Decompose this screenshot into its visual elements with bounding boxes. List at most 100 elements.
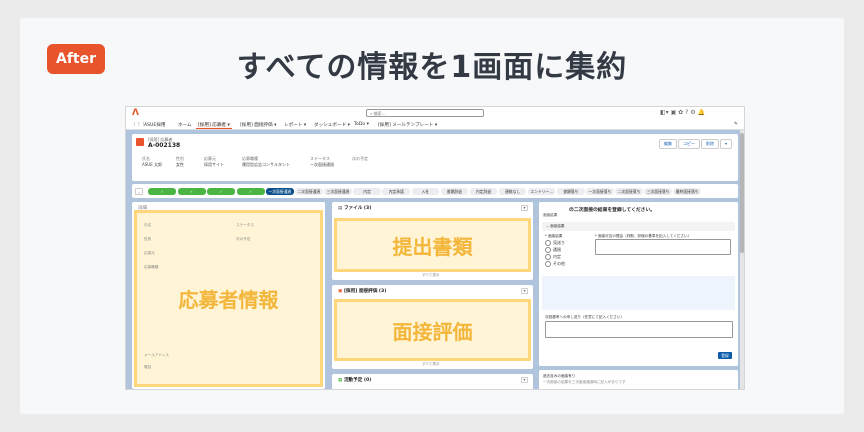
nav-item-evaluations[interactable]: [採用] 面接評価 ▾ xyxy=(240,122,276,128)
path-step[interactable]: 内定辞退 xyxy=(469,188,498,195)
next-notes-label: 次回選考への申し送り（任意にて記入ください） xyxy=(545,315,625,319)
path-step[interactable]: 最終面接落ち xyxy=(673,188,701,195)
record-header: [採用] 応募者 A-002138 編集 コピー 削除 ▾ 氏名 ASUE 太郎 … xyxy=(132,134,738,181)
search-placeholder: 検索... xyxy=(373,111,386,116)
path-step[interactable]: 一次面接落ち xyxy=(586,188,614,195)
more-actions-button[interactable]: ▾ xyxy=(719,139,732,149)
path-step[interactable]: ✓ xyxy=(148,188,176,195)
path-step[interactable]: 書類辞退 xyxy=(440,188,469,195)
flow-spacer xyxy=(542,276,735,310)
nav-item-todo[interactable]: ToDo ▾ xyxy=(354,122,369,127)
page-scrollbar-thumb[interactable] xyxy=(740,133,744,253)
section-title: ⌄ 面接結果 xyxy=(546,224,565,228)
applicant-info-label: 応募者情報 xyxy=(178,288,279,312)
reason-textarea[interactable] xyxy=(595,239,731,255)
app-name: ASUE採用 xyxy=(144,123,166,128)
path-step[interactable]: エントリー... xyxy=(527,188,556,195)
files-panel: ▤ ファイル (3) ▾ 提出書類 すべて表示 xyxy=(332,202,533,280)
nav-item-label: ToDo xyxy=(354,122,366,127)
documents-label: 提出書類 xyxy=(392,234,473,259)
field-position: 応募職種 運用型広告コンサルタント xyxy=(242,156,290,167)
path-step[interactable]: 一次面接通過 xyxy=(266,188,294,195)
detail-label-gender: 性別 xyxy=(144,237,152,241)
path-step[interactable]: 内定 xyxy=(353,188,381,195)
result-flow-panel: の二次面接の結果を登録してください。 面接結果 ⌄ 面接結果 * 面接結果 * … xyxy=(539,202,738,366)
path-step[interactable]: 連絡なし xyxy=(498,188,527,195)
path-step[interactable]: ✓ xyxy=(177,188,206,195)
detail-label-status: ステータス xyxy=(236,223,254,227)
app-logo-icon: Λ xyxy=(132,108,139,118)
radio-offer[interactable]: 内定 xyxy=(545,254,561,260)
path-step[interactable]: ✓ xyxy=(236,188,265,195)
after-badge: After xyxy=(47,44,105,74)
files-view-all-link[interactable]: すべて表示 xyxy=(422,272,440,278)
app-navbar: ⋮⋮⋮ ASUE採用 ホーム [採用] 応募者 ▾ [採用] 面接評価 ▾ レポ… xyxy=(126,119,744,130)
field-name: 氏名 ASUE 太郎 xyxy=(142,156,163,167)
app-screenshot: Λ ⌕ 検索... ◧▾ ▣ ✿ ? ⚙ 🔔 ⋮⋮⋮ ASUE採用 ホーム [採… xyxy=(125,106,745,390)
nav-item-label: [採用] メールテンプレート xyxy=(378,123,434,128)
path-step[interactable]: 書類落ち xyxy=(557,188,585,195)
nav-item-label: [採用] 応募者 xyxy=(198,123,227,128)
edit-button[interactable]: 編集 xyxy=(658,139,677,149)
nav-item-label: ダッシュボード xyxy=(314,123,347,128)
path-toggle-button[interactable]: › xyxy=(135,188,143,195)
history-panel: 過去含みの面接有り 一次面接の結果を三次面接通過時に記入がありです xyxy=(539,370,738,389)
evaluations-highlight: 面接評価 xyxy=(334,299,531,361)
save-button[interactable]: 登録 xyxy=(718,352,732,359)
path-step[interactable]: 二次面接落ち xyxy=(615,188,643,195)
field-next: 次の予定 xyxy=(352,156,368,161)
history-text: 一次面接の結果を三次面接通過時に記入がありです xyxy=(543,380,626,384)
documents-highlight: 提出書類 xyxy=(334,218,531,272)
highlights-panel: 氏名 ASUE 太郎 性別 女性 応募元 採用サイト 応募職種 運用型広告コンサルタント… xyxy=(138,156,638,176)
files-title: ▤ ファイル (3) xyxy=(338,206,372,211)
headline: すべての情報を1画面に集約 xyxy=(236,50,628,85)
result-label: * 面接結果 xyxy=(545,234,563,238)
field-status: ステータス 一次面接通過 xyxy=(310,156,334,167)
flow-subtitle: 面接結果 xyxy=(543,213,558,217)
radio-pass[interactable]: 通過 xyxy=(545,247,561,253)
nav-item-applicants[interactable]: [採用] 応募者 ▾ xyxy=(196,122,232,129)
path-step[interactable]: 入社 xyxy=(411,188,440,195)
flow-notice: の二次面接の結果を登録してください。 xyxy=(569,208,656,213)
next-notes-textarea[interactable] xyxy=(545,321,733,338)
radio-other[interactable]: その他 xyxy=(545,261,565,267)
global-header: Λ ⌕ 検索... ◧▾ ▣ ✿ ? ⚙ 🔔 xyxy=(126,107,744,119)
global-search-input[interactable]: ⌕ 検索... xyxy=(366,109,484,117)
applicant-info-highlight: 応募者情報 xyxy=(134,210,323,387)
evaluations-panel: ▣ [採用] 面接評価 (3) ▾ 面接評価 すべて表示 xyxy=(332,285,533,369)
detail-label-position: 応募職種 xyxy=(144,265,159,269)
nav-item-label: [採用] 面接評価 xyxy=(240,123,273,128)
path-step[interactable]: 二次面接通過 xyxy=(295,188,323,195)
activity-panel: ▦ 活動予定 (0) ▾ xyxy=(332,374,533,389)
detail-label-name: 氏名 xyxy=(144,223,152,227)
record-page: [採用] 応募者 A-002138 編集 コピー 削除 ▾ 氏名 ASUE 太郎 … xyxy=(126,130,744,389)
nav-item-mail-templates[interactable]: [採用] メールテンプレート ▾ xyxy=(378,122,437,128)
activity-title: ▦ 活動予定 (0) xyxy=(338,378,372,383)
nav-item-home[interactable]: ホーム xyxy=(178,122,192,128)
copy-button[interactable]: コピー xyxy=(677,139,700,149)
evaluations-label: 面接評価 xyxy=(392,319,473,344)
files-menu-button[interactable]: ▾ xyxy=(521,205,528,211)
detail-label-email: メールアドレス xyxy=(144,353,170,357)
status-path: › ✓ ✓ ✓ ✓ 一次面接通過 二次面接通過 三次面接通過 内定 内定承諾 入社 書類辞退 内定辞退… xyxy=(132,184,738,198)
nav-item-reports[interactable]: レポート ▾ xyxy=(284,122,306,128)
activity-menu-button[interactable]: ▾ xyxy=(521,377,528,383)
utility-icons[interactable]: ◧▾ ▣ ✿ ? ⚙ 🔔 xyxy=(660,109,705,116)
nav-item-dashboards[interactable]: ダッシュボード ▾ xyxy=(314,122,350,128)
detail-label-phone: 電話 xyxy=(144,365,152,369)
radio-reject[interactable]: 見送り xyxy=(545,240,565,246)
nav-item-label: レポート xyxy=(284,123,303,128)
path-step[interactable]: 三次面接落ち xyxy=(644,188,672,195)
evaluations-view-all-link[interactable]: すべて表示 xyxy=(422,361,440,367)
path-step[interactable]: 三次面接通過 xyxy=(324,188,352,195)
path-step[interactable]: ✓ xyxy=(207,188,235,195)
path-step[interactable]: 内定承諾 xyxy=(382,188,410,195)
section-header[interactable]: ⌄ 面接結果 xyxy=(542,222,735,231)
field-gender: 性別 女性 xyxy=(176,156,184,167)
edit-nav-icon[interactable]: ✎ xyxy=(734,122,738,127)
delete-button[interactable]: 削除 xyxy=(700,139,719,149)
evaluations-menu-button[interactable]: ▾ xyxy=(521,288,528,294)
detail-label-source: 応募元 xyxy=(144,251,155,255)
detail-label-next: 次の予定 xyxy=(236,237,251,241)
details-panel: 詳細 応募者情報 氏名 性別 応募元 応募職種 ステータス 次の予定 メールアド… xyxy=(132,202,325,389)
